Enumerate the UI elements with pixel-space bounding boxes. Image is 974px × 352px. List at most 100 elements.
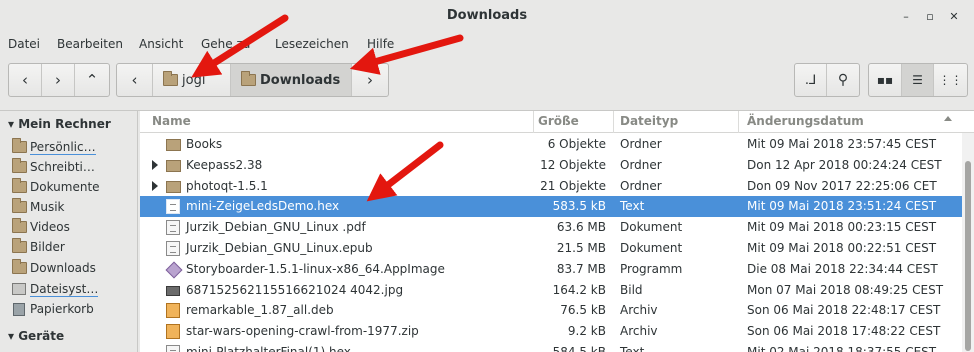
sidebar-item-downloads[interactable]: Downloads: [12, 258, 132, 278]
file-modified: Son 06 Mai 2018 17:48:22 CEST: [747, 324, 941, 339]
sidebar-item-dokumente[interactable]: Dokumente: [12, 177, 132, 197]
sidebar-item-persoenlich[interactable]: Persönlic…: [12, 137, 132, 157]
file-modified: Mit 02 Mai 2018 18:37:55 CEST: [747, 345, 937, 352]
toggle-location-button[interactable]: .⅃: [795, 64, 827, 96]
file-name: Jurzik_Debian_GNU_Linux.epub: [186, 241, 373, 255]
view-mode-group: ▪▪ ☰ ⋮⋮: [868, 63, 968, 97]
file-modified: Don 12 Apr 2018 00:24:24 CEST: [747, 157, 942, 172]
trash-icon: [13, 302, 25, 316]
file-name: 687152562115516621024 4042.jpg: [186, 282, 404, 297]
videos-folder-icon: [12, 218, 27, 233]
table-row[interactable]: star-wars-opening-crawl-from-1977.zip 9.2…: [140, 321, 962, 342]
scrollbar-thumb[interactable]: [965, 161, 971, 351]
archive-icon: [166, 324, 180, 340]
drive-icon: [12, 283, 26, 295]
maximize-button[interactable]: ▫: [922, 9, 938, 25]
section-title: Geräte: [18, 329, 65, 343]
column-separator[interactable]: [738, 111, 739, 133]
menu-gehe-zu[interactable]: Gehe zu: [201, 37, 250, 51]
file-type: Archiv: [620, 303, 658, 318]
column-header-name[interactable]: Name: [152, 114, 191, 128]
chevron-right-icon: ›: [367, 71, 373, 89]
column-header-size[interactable]: Größe: [538, 114, 579, 128]
sidebar-item-papierkorb[interactable]: Papierkorb: [12, 299, 132, 319]
image-file-icon: [166, 285, 180, 296]
column-separator[interactable]: [533, 111, 534, 133]
sidebar-section-mein-rechner[interactable]: ▾ Mein Rechner: [8, 117, 111, 131]
location-entry-icon: .⅃: [804, 72, 817, 88]
breadcrumb-jogi[interactable]: jogi: [153, 64, 231, 96]
menu-ansicht[interactable]: Ansicht: [139, 37, 183, 51]
sidebar-section-geraete[interactable]: ▾ Geräte: [8, 329, 64, 343]
music-folder-icon: [12, 198, 27, 213]
sidebar-item-label: Videos: [30, 220, 70, 234]
file-modified: Die 08 Mai 2018 22:34:44 CEST: [747, 261, 938, 276]
file-modified: Don 09 Nov 2017 22:25:06 CET: [747, 178, 937, 193]
column-header-type[interactable]: Dateityp: [620, 114, 678, 128]
sidebar-item-label: Downloads: [30, 261, 96, 275]
sidebar-item-musik[interactable]: Musik: [12, 197, 132, 217]
file-modified: Son 06 Mai 2018 22:48:17 CEST: [747, 303, 941, 318]
table-row[interactable]: Keepass2.38 12 Objekte Ordner Don 12 Apr 20…: [140, 155, 962, 176]
sidebar-item-label: Persönlic…: [30, 139, 96, 155]
table-row[interactable]: mini-PlatzhalterFinal(1).hex 584.5 kB Text…: [140, 342, 962, 352]
pictures-folder-icon: [12, 238, 27, 253]
file-size: 164.2 kB: [552, 282, 606, 297]
file-type: Dokument: [620, 220, 683, 235]
list-view-button[interactable]: ☰: [902, 64, 934, 96]
expander-arrow-icon[interactable]: [152, 180, 158, 191]
back-button[interactable]: ‹: [9, 64, 42, 96]
table-row[interactable]: photoqt-1.5.1 21 Objekte Ordner Don 09 Nov …: [140, 176, 962, 197]
text-file-icon: [166, 199, 180, 215]
vertical-scrollbar[interactable]: [962, 133, 974, 352]
sidebar-item-label: Dokumente: [30, 180, 100, 194]
breadcrumb-downloads[interactable]: Downloads: [231, 64, 352, 96]
sidebar-item-bilder[interactable]: Bilder: [12, 237, 132, 257]
file-modified: Mit 09 Mai 2018 00:22:51 CEST: [747, 241, 937, 255]
table-row[interactable]: mini-ZeigeLedsDemo.hex 583.5 kB Text Mit 09…: [140, 196, 962, 218]
sidebar-item-dateisystem[interactable]: Dateisyst…: [12, 279, 132, 299]
table-row[interactable]: 687152562115516621024 4042.jpg 164.2 kB Bi…: [140, 280, 962, 301]
close-button[interactable]: ✕: [946, 9, 962, 25]
search-button[interactable]: ⚲: [827, 64, 859, 96]
list-icon: ☰: [912, 73, 923, 87]
file-type: Text: [620, 199, 645, 214]
expander-arrow-icon[interactable]: [152, 159, 158, 170]
folder-icon: [166, 180, 181, 193]
compact-view-button[interactable]: ⋮⋮: [934, 64, 967, 96]
breadcrumb-right-button[interactable]: ›: [352, 64, 388, 96]
breadcrumb-left-button[interactable]: ‹: [117, 64, 153, 96]
breadcrumb-label: Downloads: [260, 72, 341, 88]
file-modified: Mon 07 Mai 2018 08:49:25 CEST: [747, 282, 944, 297]
file-modified: Mit 09 Mai 2018 00:23:15 CEST: [747, 220, 937, 235]
sidebar: ▾ Mein Rechner Persönlic… Schreibti… Dok…: [0, 111, 138, 352]
search-icon: ⚲: [837, 72, 849, 88]
file-size: 21.5 MB: [556, 241, 606, 255]
chevron-up-icon: ⌃: [85, 71, 99, 89]
table-row[interactable]: Jurzik_Debian_GNU_Linux .pdf 63.6 MB Dokum…: [140, 217, 962, 238]
desktop-folder-icon: [12, 158, 27, 173]
forward-button[interactable]: ›: [42, 64, 75, 96]
up-button[interactable]: ⌃: [75, 64, 109, 96]
menu-bearbeiten[interactable]: Bearbeiten: [57, 37, 123, 51]
chevron-left-icon: ‹: [22, 71, 28, 89]
menu-hilfe[interactable]: Hilfe: [367, 37, 394, 51]
menu-lesezeichen[interactable]: Lesezeichen: [275, 37, 349, 51]
chevron-right-icon: ›: [55, 71, 61, 89]
minimize-button[interactable]: –: [898, 9, 914, 25]
folder-icon: [166, 159, 181, 172]
column-header-modified[interactable]: Änderungsdatum: [747, 114, 864, 128]
table-row[interactable]: Books 6 Objekte Ordner Mit 09 Mai 2018 23:5…: [140, 134, 962, 155]
sidebar-item-schreibtisch[interactable]: Schreibti…: [12, 157, 132, 177]
file-size: 76.5 kB: [560, 303, 606, 318]
text-file-icon: [166, 220, 180, 236]
table-row[interactable]: Jurzik_Debian_GNU_Linux.epub 21.5 MB Dokum…: [140, 238, 962, 259]
home-folder-icon: [12, 138, 27, 153]
table-row[interactable]: remarkable_1.87_all.deb 76.5 kB Archiv Son …: [140, 300, 962, 321]
menu-datei[interactable]: Datei: [8, 37, 40, 51]
column-separator[interactable]: [613, 111, 614, 133]
sidebar-item-videos[interactable]: Videos: [12, 217, 132, 237]
icon-view-button[interactable]: ▪▪: [869, 64, 902, 96]
table-row[interactable]: Storyboarder-1.5.1-linux-x86_64.AppImage…: [140, 259, 962, 280]
grid-icon: ▪▪: [876, 73, 894, 87]
